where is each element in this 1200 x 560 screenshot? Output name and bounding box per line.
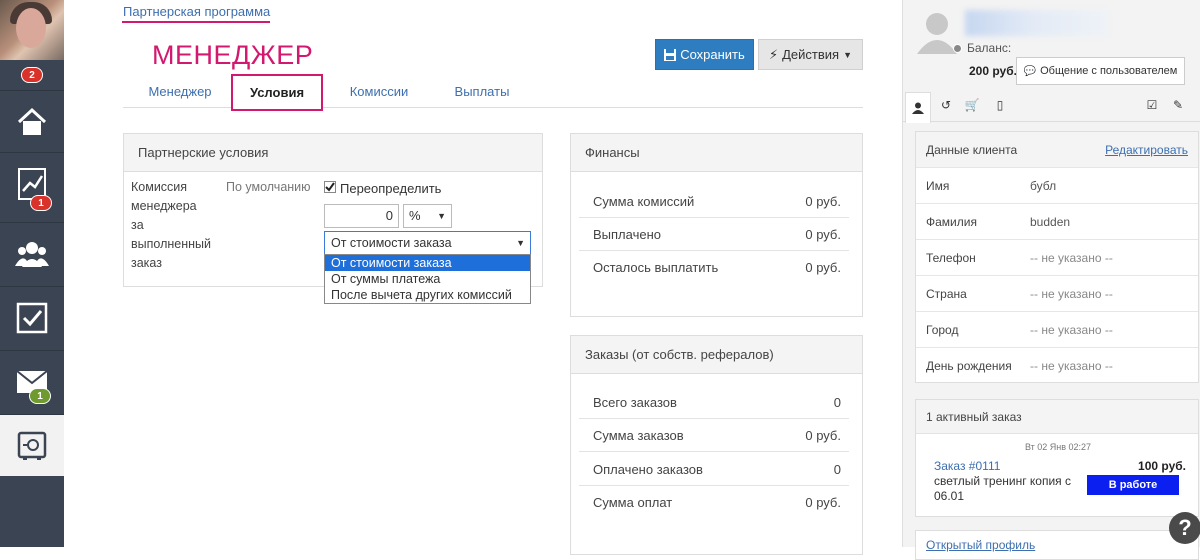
- finance-panel: Финансы Сумма комиссий 0 руб. Выплачено 0 …: [570, 133, 863, 317]
- caret-down-icon: ▼: [516, 238, 525, 248]
- nav-stats[interactable]: 1: [0, 152, 64, 214]
- status-badge: В работе: [1087, 475, 1179, 495]
- checkbox-icon: ☑: [1146, 98, 1158, 112]
- unit-select[interactable]: % ▼: [403, 204, 452, 228]
- history-icon: ↺: [940, 98, 952, 112]
- breadcrumb[interactable]: Партнерская программа: [123, 4, 270, 19]
- orders-panel: Заказы (от собств. рефералов) Всего зака…: [570, 335, 863, 555]
- order-link[interactable]: Заказ #0111: [934, 459, 1000, 473]
- safe-icon: [17, 431, 47, 460]
- page-title: МЕНЕДЖЕР: [152, 40, 314, 70]
- avatar[interactable]: [0, 0, 64, 60]
- question-icon: ?: [1178, 515, 1192, 540]
- tab-profile[interactable]: [905, 92, 931, 123]
- pencil-icon: ✎: [1172, 98, 1184, 112]
- base-dropdown: От стоимости заказа От суммы платежа Пос…: [324, 254, 531, 304]
- nav-home[interactable]: [0, 90, 64, 152]
- checkbox-icon: [16, 302, 48, 333]
- active-orders-card: 1 активный заказ Вт 02 Янв 02:27 Заказ #…: [915, 399, 1199, 517]
- base-select[interactable]: От стоимости заказа ▼: [324, 231, 531, 255]
- override-label: Переопределить: [340, 181, 442, 196]
- nav-users[interactable]: [0, 222, 64, 284]
- nav-mail[interactable]: 1: [0, 350, 64, 412]
- client-row: День рождения -- не указано --: [916, 347, 1198, 383]
- actions-button-label: Действия: [782, 47, 840, 62]
- client-sidebar: Баланс: 200 руб. 💬 Общение с пользовател…: [902, 0, 1200, 560]
- nav-tasks[interactable]: [0, 286, 64, 348]
- order-description: светлый тренинг копия с 06.01: [934, 474, 1072, 503]
- edit-link[interactable]: Редактировать: [1105, 143, 1188, 157]
- mail-badge: 1: [29, 388, 51, 404]
- tab-terms[interactable]: Условия: [231, 74, 323, 111]
- status-dot: [953, 44, 962, 53]
- commission-label: Комиссия менеджера за выполненный заказ: [131, 180, 211, 270]
- tab-bar: Менеджер Условия Комиссии Выплаты: [123, 74, 863, 111]
- tab-edit[interactable]: ✎: [1167, 94, 1189, 116]
- check-icon: [325, 182, 335, 192]
- client-row: Имя бубл: [916, 167, 1198, 203]
- orders-row: Оплачено заказов 0: [579, 453, 849, 486]
- chat-icon: 💬: [1023, 65, 1037, 77]
- default-label: По умолчанию: [226, 180, 311, 194]
- client-data-header: Данные клиента Редактировать: [916, 132, 1198, 167]
- blurred-user-name: [965, 10, 1107, 36]
- client-row: Страна -- не указано --: [916, 275, 1198, 311]
- cart-icon: 🛒: [964, 98, 980, 112]
- floppy-icon: [664, 48, 677, 61]
- help-button[interactable]: ?: [1169, 512, 1200, 544]
- orders-panel-title: Заказы (от собств. рефералов): [571, 336, 862, 374]
- active-orders-title: 1 активный заказ: [916, 400, 1198, 434]
- chat-button[interactable]: 💬 Общение с пользователем: [1016, 57, 1185, 85]
- finance-row: Выплачено 0 руб.: [579, 218, 849, 251]
- client-data-title: Данные клиента: [926, 142, 1018, 157]
- users-icon: [15, 241, 49, 267]
- client-data-card: Данные клиента Редактировать Имя бубл Фам…: [915, 131, 1199, 383]
- breadcrumb-underline: [122, 21, 270, 23]
- save-button-label: Сохранить: [680, 47, 745, 62]
- tab-mobile[interactable]: ▯: [989, 94, 1011, 116]
- client-row: Телефон -- не указано --: [916, 239, 1198, 275]
- bolt-icon: ⚡: [768, 46, 779, 62]
- finance-row: Сумма комиссий 0 руб.: [579, 185, 849, 218]
- dropdown-option[interactable]: После вычета других комиссий: [325, 287, 530, 303]
- tab-commissions[interactable]: Комиссии: [335, 74, 423, 108]
- home-icon: [17, 107, 47, 135]
- tab-payouts[interactable]: Выплаты: [441, 74, 523, 108]
- override-checkbox[interactable]: [324, 181, 336, 193]
- save-button[interactable]: Сохранить: [655, 39, 754, 70]
- finance-panel-title: Финансы: [571, 134, 862, 172]
- open-profile-card: Открытый профиль: [915, 530, 1199, 560]
- tab-tasks[interactable]: ☑: [1141, 94, 1163, 116]
- user-icon: [912, 102, 924, 114]
- mobile-icon: ▯: [996, 98, 1004, 112]
- dropdown-option[interactable]: От стоимости заказа: [325, 255, 530, 271]
- terms-panel-title: Партнерские условия: [124, 134, 542, 172]
- unit-select-value: %: [409, 208, 421, 223]
- client-row: Фамилия budden: [916, 203, 1198, 239]
- open-profile-link[interactable]: Открытый профиль: [926, 538, 1035, 552]
- tab-manager[interactable]: Менеджер: [131, 74, 229, 108]
- caret-down-icon: ▼: [437, 211, 446, 221]
- base-select-value: От стоимости заказа: [331, 236, 452, 250]
- order-date: Вт 02 Янв 02:27: [1024, 442, 1092, 452]
- client-row: Город -- не указано --: [916, 311, 1198, 347]
- balance-label: Баланс:: [967, 41, 1012, 55]
- finance-row: Осталось выплатить 0 руб.: [593, 260, 841, 275]
- actions-button[interactable]: ⚡ Действия ▼: [758, 39, 863, 70]
- left-nav: 2 1 1: [0, 0, 64, 547]
- caret-down-icon: ▼: [843, 49, 853, 60]
- balance-value: 200 руб.: [969, 64, 1017, 78]
- tab-cart[interactable]: 🛒: [961, 94, 983, 116]
- orders-row: Сумма заказов 0 руб.: [579, 419, 849, 452]
- orders-row: Всего заказов 0: [579, 386, 849, 419]
- dropdown-option[interactable]: От суммы платежа: [325, 271, 530, 287]
- nav-partner[interactable]: [0, 414, 64, 476]
- orders-row: Сумма оплат 0 руб.: [593, 495, 841, 510]
- stats-badge: 1: [30, 195, 52, 211]
- order-price: 100 руб.: [1138, 459, 1186, 473]
- notifications-badge[interactable]: 2: [21, 67, 43, 83]
- tab-history[interactable]: ↺: [935, 94, 957, 116]
- amount-input[interactable]: 0: [324, 204, 399, 228]
